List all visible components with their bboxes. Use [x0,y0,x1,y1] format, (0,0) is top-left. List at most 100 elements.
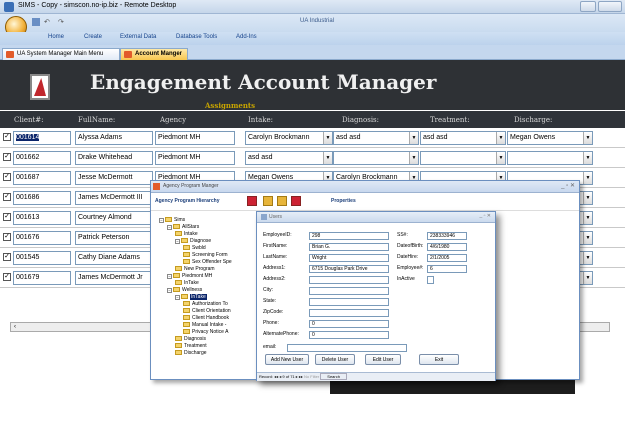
client-number-field[interactable]: 001545 [13,251,71,265]
tree-node[interactable]: Client Handbook [183,315,229,321]
tool-icon[interactable] [263,196,273,206]
tree-node[interactable]: − AllStars [167,224,199,230]
client-number-field[interactable]: 001679 [13,271,71,285]
chevron-down-icon[interactable]: ▼ [583,212,592,224]
fullname-field[interactable]: Drake Whitehead [75,151,153,165]
expand-collapse-icon[interactable]: − [159,218,164,223]
record-first-icon[interactable]: ◂◂ ◂ [274,374,281,379]
alt-phone-field[interactable]: 0 [309,331,389,339]
client-number-field[interactable]: 001676 [13,231,71,245]
tree-node[interactable]: Intake [175,231,198,237]
fullname-field[interactable]: Cathy Diane Adams [75,251,153,265]
chevron-down-icon[interactable]: ▼ [409,152,418,164]
scroll-left-icon[interactable]: ‹ [11,323,19,331]
tab-external-data[interactable]: External Data [120,34,156,40]
address2-field[interactable] [309,276,389,284]
doc-tab-account-manager[interactable]: Account Manger [120,48,188,60]
expand-collapse-icon[interactable]: − [167,288,172,293]
tree-node[interactable]: − InTake [175,294,207,300]
record-next-icon[interactable]: ▸ ▸▸ [296,374,303,379]
chevron-down-icon[interactable]: ▼ [496,132,505,144]
row-checkbox[interactable]: ✓ [3,173,11,181]
tree-node[interactable]: Manual Intake - [183,322,226,328]
tool-icon[interactable] [277,196,287,206]
record-position[interactable]: 9 of 71 [282,374,294,379]
redo-icon[interactable]: ↷ [58,18,66,26]
tree-node[interactable]: − Piedmont MH [167,273,212,279]
discharge-combo[interactable]: ▼ [507,151,593,165]
first-name-field[interactable]: Brian G. [309,243,389,251]
tool-icon[interactable] [247,196,257,206]
row-checkbox[interactable]: ✓ [3,213,11,221]
add-new-user-button[interactable]: Add New User [265,354,309,365]
diagnosis-combo[interactable]: asd asd ▼ [333,131,419,145]
chevron-down-icon[interactable]: ▼ [583,152,592,164]
row-checkbox[interactable]: ✓ [3,133,11,141]
save-icon[interactable] [32,18,40,26]
expand-collapse-icon[interactable]: − [167,225,172,230]
minimize-button[interactable] [580,1,596,12]
dob-field[interactable]: 4/6/1980 [427,243,467,251]
restore-button[interactable] [598,1,622,12]
discharge-combo[interactable]: Megan Owens ▼ [507,131,593,145]
chevron-down-icon[interactable]: ▼ [583,272,592,284]
tree-node[interactable]: − Diagnose [175,238,211,244]
window-controls-icon[interactable]: _ ▫ ✕ [561,182,575,189]
tree-node[interactable]: Client Orientation [183,308,231,314]
state-field[interactable] [309,298,389,306]
row-checkbox[interactable]: ✓ [3,153,11,161]
fullname-field[interactable]: James McDermott III [75,191,153,205]
client-number-field[interactable]: 001687 [13,171,71,185]
doc-tab-main-menu[interactable]: UA System Manager Main Menu [2,48,120,60]
tree-node[interactable]: InTake [175,280,199,286]
chevron-down-icon[interactable]: ▼ [409,132,418,144]
client-number-field[interactable]: 001686 [13,191,71,205]
phone-field[interactable]: 0 [309,320,389,328]
row-checkbox[interactable]: ✓ [3,233,11,241]
chevron-down-icon[interactable]: ▼ [583,252,592,264]
tree-node[interactable]: Discharge [175,350,207,356]
chevron-down-icon[interactable]: ▼ [583,132,592,144]
search-input[interactable]: Search [320,373,347,380]
delete-user-button[interactable]: Delete User [315,354,355,365]
tool-icon[interactable] [291,196,301,206]
address1-field[interactable]: 6715 Douglas Park Drive [309,265,389,273]
agency-field[interactable]: Piedmont MH [155,151,235,165]
tab-database-tools[interactable]: Database Tools [176,34,217,40]
tree-node[interactable]: Diagnosis [175,336,206,342]
chevron-down-icon[interactable]: ▼ [583,172,592,184]
tab-add-ins[interactable]: Add-Ins [236,34,257,40]
city-field[interactable] [309,287,389,295]
emp-num-field[interactable]: 6 [427,265,467,273]
treatment-combo[interactable]: ▼ [420,151,506,165]
chevron-down-icon[interactable]: ▼ [583,232,592,244]
undo-icon[interactable]: ↶ [44,18,52,26]
intake-combo[interactable]: Carolyn Brockmann ▼ [245,131,333,145]
treatment-combo[interactable]: asd asd ▼ [420,131,506,145]
chevron-down-icon[interactable]: ▼ [323,132,332,144]
exit-button[interactable]: Exit [419,354,459,365]
expand-collapse-icon[interactable]: − [175,295,180,300]
tab-create[interactable]: Create [84,34,102,40]
client-number-field[interactable]: 001662 [13,151,71,165]
chevron-down-icon[interactable]: ▼ [496,152,505,164]
tree-node[interactable]: Authorization To [183,301,228,307]
tree-node[interactable]: Screening Form [183,252,228,258]
fullname-field[interactable]: Courtney Almond [75,211,153,225]
fullname-field[interactable]: James McDermott Jr [75,271,153,285]
fullname-field[interactable]: Patrick Peterson [75,231,153,245]
tab-home[interactable]: Home [48,34,64,40]
intake-combo[interactable]: asd asd ▼ [245,151,333,165]
tree-node[interactable]: Privacy Notice A [183,329,228,335]
tree-node[interactable]: Swbld [183,245,206,251]
edit-user-button[interactable]: Edit User [365,354,401,365]
ssn-field[interactable]: 238333946 [427,232,467,240]
tree-node[interactable]: − Sims [159,217,185,223]
employee-id-field[interactable]: 298 [309,232,389,240]
window-controls-icon[interactable]: _ ▫ ✕ [479,213,491,219]
inactive-checkbox[interactable] [427,276,434,284]
last-name-field[interactable]: Wright [309,254,389,262]
expand-collapse-icon[interactable]: − [175,239,180,244]
diagnosis-combo[interactable]: ▼ [333,151,419,165]
fullname-field[interactable]: Alyssa Adams [75,131,153,145]
